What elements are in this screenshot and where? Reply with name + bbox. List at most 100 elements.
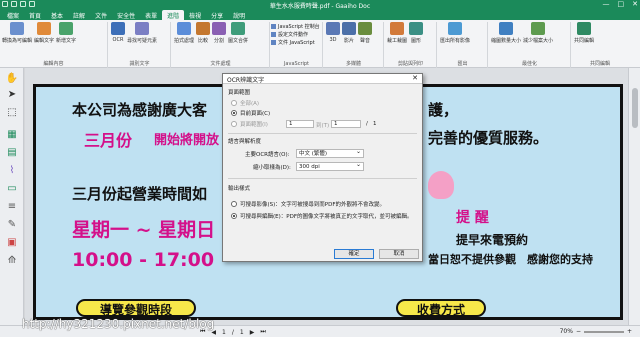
- select-icon[interactable]: ➤: [5, 88, 19, 100]
- split-icon: [212, 22, 227, 35]
- bookmarks-icon[interactable]: ▤: [5, 146, 19, 158]
- collab-button[interactable]: 共同編輯: [574, 22, 594, 44]
- doc-line-5: 10:00 - 17:00: [72, 249, 215, 271]
- range-current-option[interactable]: 目前頁面(C): [231, 109, 270, 117]
- layers-icon[interactable]: ≡: [5, 200, 19, 212]
- divider: [228, 133, 417, 134]
- attachment-icon[interactable]: ⌇: [5, 164, 19, 176]
- tab-home[interactable]: 首頁: [24, 10, 46, 20]
- group-export: 匯出所有影像 匯出: [438, 22, 488, 68]
- hand-icon[interactable]: ✋: [5, 72, 19, 84]
- tab-basic[interactable]: 基本: [46, 10, 68, 20]
- thumbnails-icon[interactable]: ▦: [5, 128, 19, 140]
- doc-reminder-2: 當日恕不提供參觀 感謝您的支持: [428, 253, 593, 266]
- group-label: 編輯內容: [43, 61, 64, 67]
- doc-line-4: 星期一 ~ 星期日: [72, 219, 216, 241]
- merge-icon: [231, 22, 246, 35]
- reduce-size-button[interactable]: 減少檔案大小: [523, 22, 553, 44]
- crop-button[interactable]: 裁工裁圖: [387, 22, 407, 44]
- dialog-title-bar: OCR辨識文字 ✕: [223, 74, 422, 84]
- page-current[interactable]: 1: [222, 329, 226, 336]
- group-ocr: OCR 尋找可疑元素 識別文字: [109, 22, 171, 68]
- to-page-input[interactable]: 1: [331, 120, 361, 128]
- title-bar: 華生水水服費時聲.pdf - Gaaiho Doc — □ ✕: [0, 0, 640, 10]
- sound-button[interactable]: 聲音: [358, 22, 372, 44]
- radio-pages[interactable]: [231, 121, 237, 127]
- mascot-image: [428, 171, 454, 199]
- tab-comment[interactable]: 註解: [68, 10, 90, 20]
- group-label: 共同編輯: [589, 61, 610, 67]
- snapshot-icon[interactable]: ⬚: [5, 106, 19, 118]
- tab-security[interactable]: 安全性: [112, 10, 140, 20]
- 3d-icon: [326, 22, 340, 35]
- batch-icon: [177, 22, 191, 35]
- compare-icon: [196, 22, 211, 35]
- scroll-thumb[interactable]: [632, 88, 638, 128]
- tab-share[interactable]: 分享: [206, 10, 228, 20]
- cancel-button[interactable]: 取消: [379, 249, 419, 259]
- minimize-button[interactable]: —: [603, 0, 610, 8]
- group-collab: 共同編輯 共同編輯: [572, 22, 628, 68]
- js-console-button[interactable]: JavaScript 控制台: [271, 23, 322, 30]
- output-editable-option[interactable]: 可搜尋與編輯(E)：PDF的圖像文字將被真正的文字取代，並可被編輯。: [231, 212, 412, 220]
- watermark-text: http://hy321230.pixnet.net/blog: [22, 317, 215, 331]
- maximize-button[interactable]: □: [618, 0, 625, 8]
- next-page-icon[interactable]: ▶: [250, 329, 255, 336]
- radio-current[interactable]: [231, 110, 237, 116]
- vertical-scrollbar[interactable]: [628, 68, 640, 325]
- batch-button[interactable]: 拍式處理: [174, 22, 194, 44]
- close-button[interactable]: ✕: [632, 0, 638, 8]
- zoom-value[interactable]: 70%: [560, 328, 573, 335]
- menu-bar: 檔案 首頁 基本 註解 文件 安全性 表單 進階 檢視 分享 說明: [0, 10, 640, 20]
- resolution-select[interactable]: 300 dpi: [296, 161, 364, 171]
- compare-button[interactable]: 比較: [196, 22, 211, 44]
- tab-advanced[interactable]: 進階: [162, 10, 185, 20]
- structure-icon[interactable]: ⟰: [5, 254, 19, 266]
- zoom-out-icon[interactable]: −: [576, 328, 581, 335]
- actions-icon: [271, 32, 276, 37]
- doc-js-icon: [271, 40, 276, 45]
- range-pages-option[interactable]: 頁面範圍(I): [231, 120, 268, 128]
- add-text-button[interactable]: 新增文字: [56, 22, 76, 44]
- sound-icon: [358, 22, 372, 35]
- fields-icon[interactable]: ▣: [5, 236, 19, 248]
- radio-all[interactable]: [231, 100, 237, 106]
- banner-fees: 收費方式: [396, 299, 486, 317]
- doc-js-button[interactable]: 文件 JavaScript: [271, 39, 322, 46]
- doc-line-1-right: 護，: [428, 101, 459, 119]
- range-all-option[interactable]: 全部(A): [231, 99, 259, 107]
- find-suspects-button[interactable]: 尋找可疑元素: [127, 22, 157, 44]
- group-multimedia: 3D 影片 聲音 多媒體: [324, 22, 384, 68]
- tab-view[interactable]: 檢視: [184, 10, 206, 20]
- merge-button[interactable]: 圖文合併: [228, 22, 248, 44]
- 3d-button[interactable]: 3D: [326, 22, 340, 44]
- from-page-input[interactable]: 1: [286, 120, 314, 128]
- doc-actions-button[interactable]: 設定文件動作: [271, 31, 322, 38]
- signature-icon[interactable]: ✎: [5, 218, 19, 230]
- group-label: 匯出: [457, 61, 468, 67]
- tab-forms[interactable]: 表單: [140, 10, 162, 20]
- zoom-in-icon[interactable]: +: [627, 328, 632, 335]
- ocr-button[interactable]: OCR: [111, 22, 125, 44]
- split-button[interactable]: 分割: [212, 22, 227, 44]
- tab-file[interactable]: 檔案: [2, 10, 24, 20]
- tab-document[interactable]: 文件: [90, 10, 112, 20]
- convert-editable-button[interactable]: 轉換為可編輯: [2, 22, 32, 44]
- lang-label: 主要OCR語言(O):: [245, 152, 290, 158]
- last-page-icon[interactable]: ⏭: [260, 328, 265, 336]
- radio-searchable[interactable]: [231, 201, 237, 207]
- optimize-icon: [499, 22, 513, 35]
- ok-button[interactable]: 確定: [334, 249, 374, 259]
- edit-text-button[interactable]: 編輯文字: [34, 22, 54, 44]
- tab-help[interactable]: 說明: [228, 10, 250, 20]
- lang-select[interactable]: 中文 (繁體): [296, 148, 364, 158]
- optimize-images-button[interactable]: 縮圖數量大小: [491, 22, 521, 44]
- video-button[interactable]: 影片: [342, 22, 356, 44]
- export-images-button[interactable]: 匯出所有影像: [440, 22, 470, 44]
- output-searchable-option[interactable]: 可搜尋影像(S)：文字可被搜尋到而PDF的外觀將不會改變。: [231, 200, 385, 208]
- comments-icon[interactable]: ▭: [5, 182, 19, 194]
- radio-editable[interactable]: [231, 213, 237, 219]
- shape-button[interactable]: 圖形: [409, 22, 424, 44]
- zoom-slider[interactable]: [583, 330, 624, 333]
- dialog-close-icon[interactable]: ✕: [412, 74, 418, 82]
